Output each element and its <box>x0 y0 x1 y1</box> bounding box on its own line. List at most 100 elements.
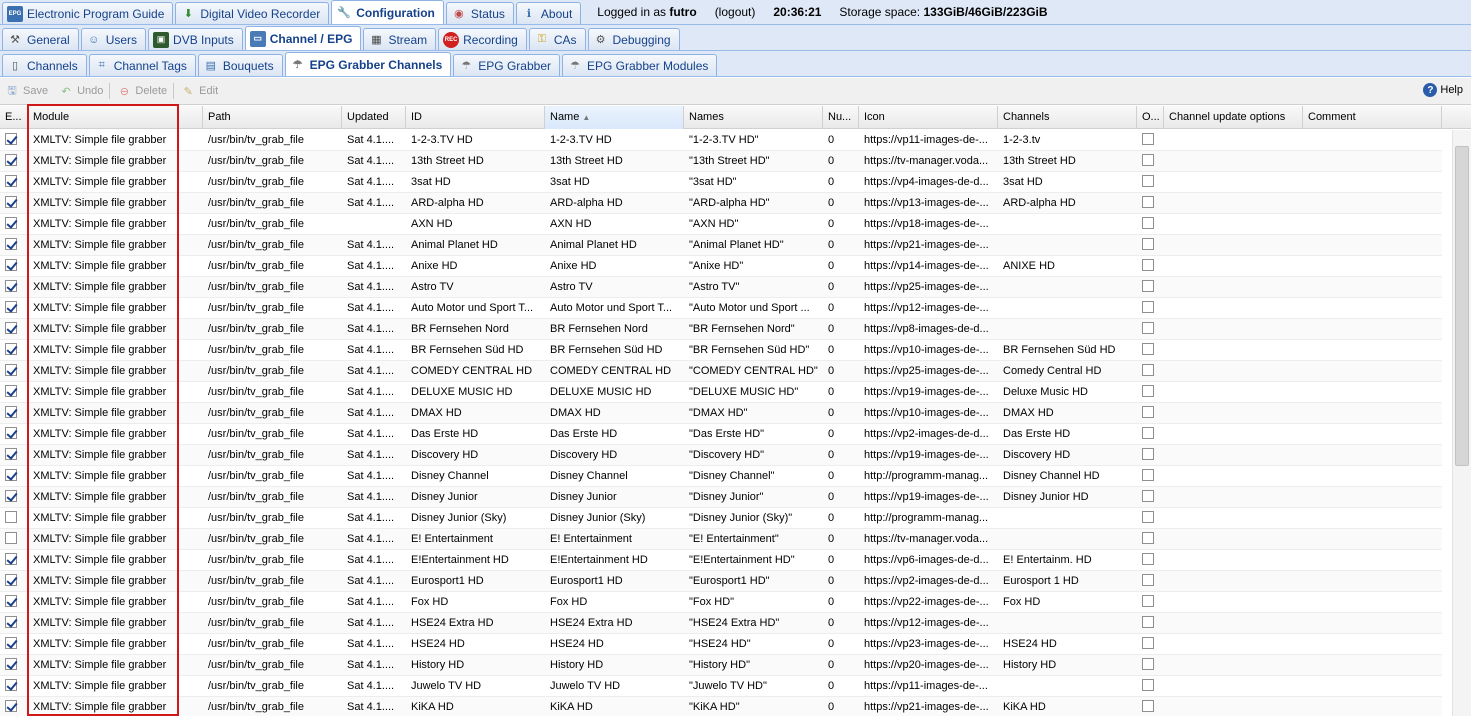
name-cell[interactable]: Disney Channel <box>545 466 684 487</box>
comment-cell[interactable] <box>1303 340 1442 361</box>
icon-url-cell[interactable]: https://vp2-images-de-d... <box>859 424 998 445</box>
comment-cell[interactable] <box>1303 298 1442 319</box>
channels-cell[interactable]: Comedy Central HD <box>998 361 1137 382</box>
name-cell[interactable]: History HD <box>545 655 684 676</box>
table-row[interactable]: XMLTV: Simple file grabber/usr/bin/tv_gr… <box>0 403 1442 424</box>
number-cell[interactable]: 0 <box>823 634 859 655</box>
id-cell[interactable]: 3sat HD <box>406 172 545 193</box>
channels-cell[interactable]: Deluxe Music HD <box>998 382 1137 403</box>
override-checkbox[interactable] <box>1142 679 1154 691</box>
module-cell[interactable]: XMLTV: Simple file grabber <box>28 235 203 256</box>
override-checkbox[interactable] <box>1142 511 1154 523</box>
number-cell[interactable]: 0 <box>823 277 859 298</box>
path-cell[interactable]: /usr/bin/tv_grab_file <box>203 529 342 550</box>
path-cell[interactable]: /usr/bin/tv_grab_file <box>203 550 342 571</box>
table-row[interactable]: XMLTV: Simple file grabber/usr/bin/tv_gr… <box>0 697 1442 716</box>
names-cell[interactable]: "13th Street HD" <box>684 151 823 172</box>
number-cell[interactable]: 0 <box>823 235 859 256</box>
table-row[interactable]: XMLTV: Simple file grabber/usr/bin/tv_gr… <box>0 655 1442 676</box>
comment-cell[interactable] <box>1303 424 1442 445</box>
number-cell[interactable]: 0 <box>823 592 859 613</box>
column-number[interactable]: Nu... <box>823 106 859 129</box>
path-cell[interactable]: /usr/bin/tv_grab_file <box>203 655 342 676</box>
tab-cas[interactable]: ⚿ CAs <box>528 28 586 50</box>
id-cell[interactable]: KiKA HD <box>406 697 545 716</box>
id-cell[interactable]: Astro TV <box>406 277 545 298</box>
id-cell[interactable]: Disney Junior <box>406 487 545 508</box>
updated-cell[interactable]: Sat 4.1.... <box>342 424 406 445</box>
enabled-checkbox[interactable] <box>5 532 17 544</box>
comment-cell[interactable] <box>1303 214 1442 235</box>
icon-url-cell[interactable]: https://vp25-images-de-... <box>859 277 998 298</box>
id-cell[interactable]: BR Fernsehen Süd HD <box>406 340 545 361</box>
tab-recording[interactable]: REC Recording <box>438 28 527 50</box>
path-cell[interactable]: /usr/bin/tv_grab_file <box>203 172 342 193</box>
comment-cell[interactable] <box>1303 466 1442 487</box>
module-cell[interactable]: XMLTV: Simple file grabber <box>28 613 203 634</box>
names-cell[interactable]: "Astro TV" <box>684 277 823 298</box>
channel-update-options-cell[interactable] <box>1164 361 1303 382</box>
number-cell[interactable]: 0 <box>823 613 859 634</box>
edit-button[interactable]: ✎ Edit <box>180 83 219 99</box>
icon-url-cell[interactable]: https://vp2-images-de-d... <box>859 571 998 592</box>
enabled-checkbox[interactable] <box>5 553 17 565</box>
channels-cell[interactable] <box>998 676 1137 697</box>
channels-cell[interactable] <box>998 529 1137 550</box>
comment-cell[interactable] <box>1303 571 1442 592</box>
table-row[interactable]: XMLTV: Simple file grabber/usr/bin/tv_gr… <box>0 361 1442 382</box>
table-row[interactable]: XMLTV: Simple file grabber/usr/bin/tv_gr… <box>0 382 1442 403</box>
id-cell[interactable]: DMAX HD <box>406 403 545 424</box>
path-cell[interactable]: /usr/bin/tv_grab_file <box>203 571 342 592</box>
enabled-checkbox[interactable] <box>5 175 17 187</box>
enabled-checkbox[interactable] <box>5 154 17 166</box>
names-cell[interactable]: "Disney Junior" <box>684 487 823 508</box>
updated-cell[interactable]: Sat 4.1.... <box>342 340 406 361</box>
comment-cell[interactable] <box>1303 550 1442 571</box>
channel-update-options-cell[interactable] <box>1164 403 1303 424</box>
channel-update-options-cell[interactable] <box>1164 298 1303 319</box>
tab-status[interactable]: ◉ Status <box>445 2 514 24</box>
module-cell[interactable]: XMLTV: Simple file grabber <box>28 382 203 403</box>
comment-cell[interactable] <box>1303 151 1442 172</box>
table-row[interactable]: XMLTV: Simple file grabber/usr/bin/tv_gr… <box>0 193 1442 214</box>
channels-cell[interactable]: HSE24 HD <box>998 634 1137 655</box>
icon-url-cell[interactable]: https://vp10-images-de-... <box>859 340 998 361</box>
table-row[interactable]: XMLTV: Simple file grabber/usr/bin/tv_gr… <box>0 676 1442 697</box>
name-cell[interactable]: BR Fernsehen Süd HD <box>545 340 684 361</box>
override-checkbox[interactable] <box>1142 364 1154 376</box>
tab-bouquets[interactable]: ▤ Bouquets <box>197 54 283 76</box>
module-cell[interactable]: XMLTV: Simple file grabber <box>28 487 203 508</box>
path-cell[interactable]: /usr/bin/tv_grab_file <box>203 445 342 466</box>
override-checkbox[interactable] <box>1142 490 1154 502</box>
path-cell[interactable]: /usr/bin/tv_grab_file <box>203 235 342 256</box>
override-checkbox[interactable] <box>1142 238 1154 250</box>
tab-epg-grabber-modules[interactable]: ☂ EPG Grabber Modules <box>562 54 718 76</box>
module-cell[interactable]: XMLTV: Simple file grabber <box>28 256 203 277</box>
column-module[interactable]: Module <box>28 106 203 129</box>
channels-cell[interactable]: E! Entertainm. HD <box>998 550 1137 571</box>
names-cell[interactable]: "BR Fernsehen Nord" <box>684 319 823 340</box>
channel-update-options-cell[interactable] <box>1164 193 1303 214</box>
enabled-checkbox[interactable] <box>5 469 17 481</box>
path-cell[interactable]: /usr/bin/tv_grab_file <box>203 487 342 508</box>
number-cell[interactable]: 0 <box>823 256 859 277</box>
path-cell[interactable]: /usr/bin/tv_grab_file <box>203 676 342 697</box>
tab-digital-video-recorder[interactable]: ⬇ Digital Video Recorder <box>175 2 330 24</box>
id-cell[interactable]: Juwelo TV HD <box>406 676 545 697</box>
column-comment[interactable]: Comment <box>1303 106 1442 129</box>
path-cell[interactable]: /usr/bin/tv_grab_file <box>203 151 342 172</box>
column-path[interactable]: Path <box>203 106 342 129</box>
name-cell[interactable]: Fox HD <box>545 592 684 613</box>
number-cell[interactable]: 0 <box>823 508 859 529</box>
icon-url-cell[interactable]: https://vp23-images-de-... <box>859 634 998 655</box>
table-row[interactable]: XMLTV: Simple file grabber/usr/bin/tv_gr… <box>0 172 1442 193</box>
updated-cell[interactable]: Sat 4.1.... <box>342 613 406 634</box>
comment-cell[interactable] <box>1303 445 1442 466</box>
path-cell[interactable]: /usr/bin/tv_grab_file <box>203 256 342 277</box>
icon-url-cell[interactable]: https://vp18-images-de-... <box>859 214 998 235</box>
comment-cell[interactable] <box>1303 319 1442 340</box>
path-cell[interactable]: /usr/bin/tv_grab_file <box>203 277 342 298</box>
updated-cell[interactable]: Sat 4.1.... <box>342 571 406 592</box>
updated-cell[interactable]: Sat 4.1.... <box>342 550 406 571</box>
channels-cell[interactable] <box>998 214 1137 235</box>
